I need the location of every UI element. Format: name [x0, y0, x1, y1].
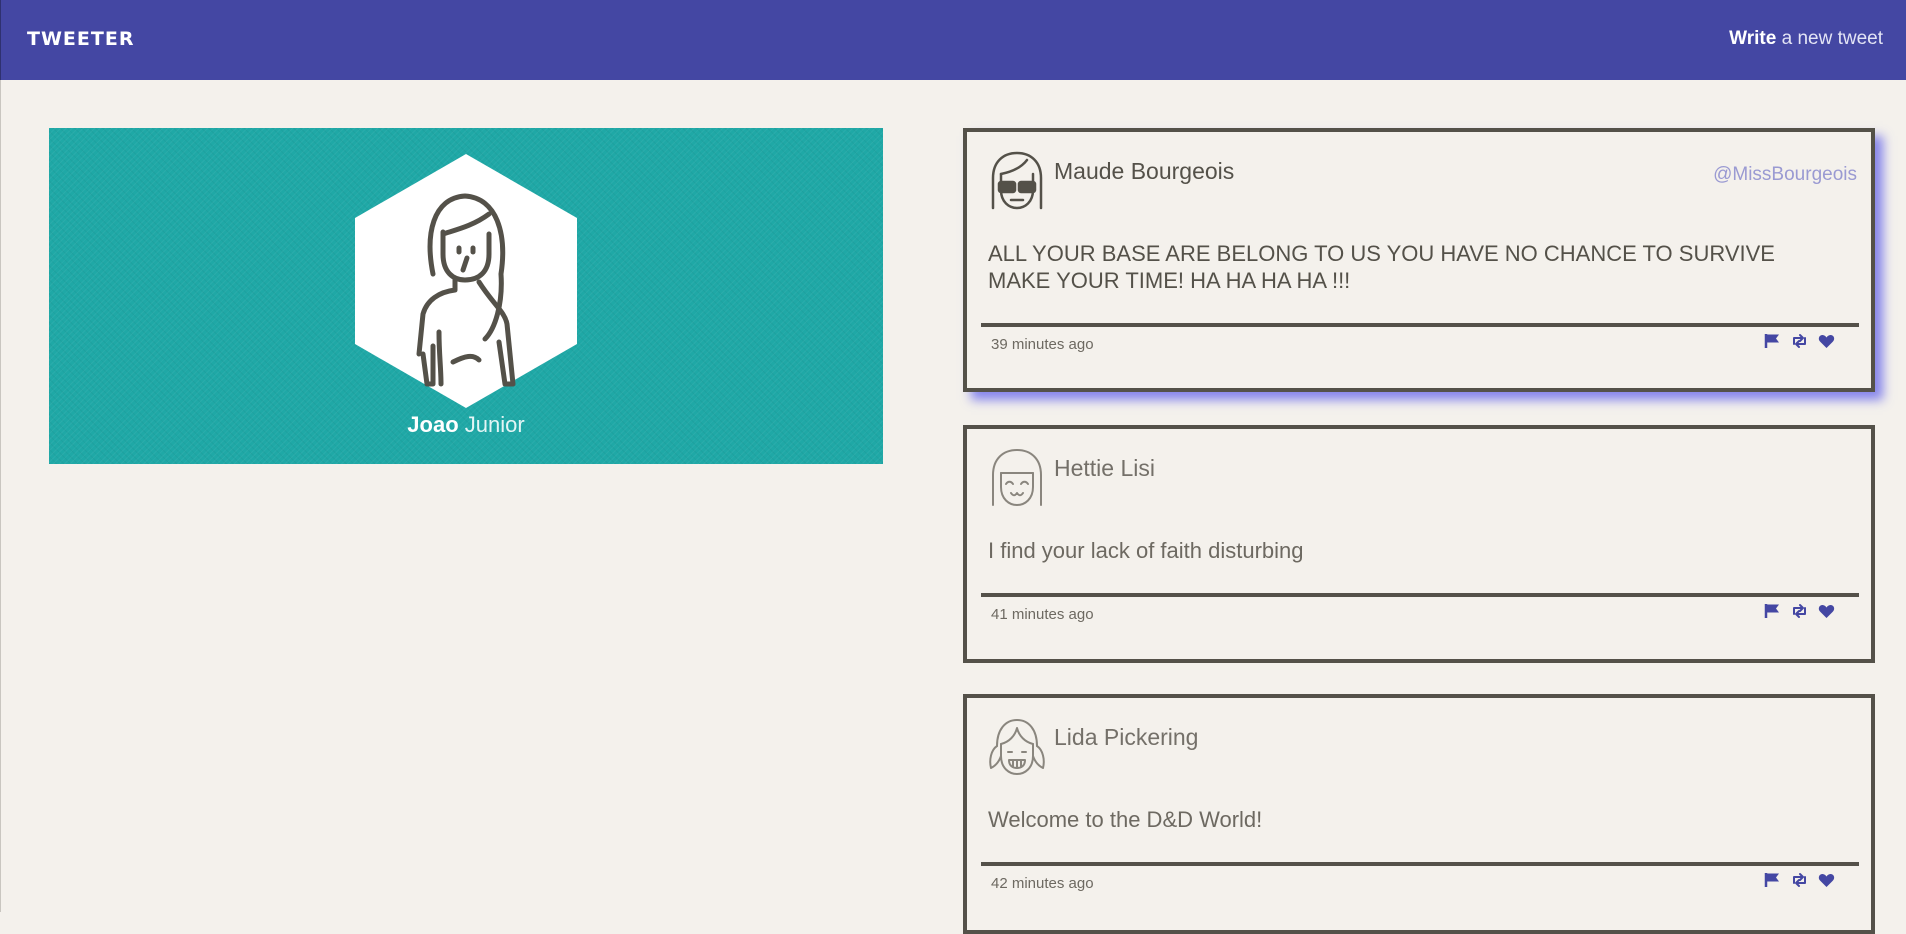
avatar-smiling-girl-icon: [992, 449, 1042, 506]
tweet-actions: [1764, 603, 1835, 619]
retweet-icon[interactable]: [1791, 603, 1808, 619]
compose-rest-text: a new tweet: [1776, 28, 1883, 49]
avatar-pigtails-icon: [989, 719, 1045, 775]
tweet-text: ALL YOUR BASE ARE BELONG TO US YOU HAVE …: [988, 241, 1775, 293]
flag-icon[interactable]: [1764, 603, 1781, 619]
tweet-divider: [981, 323, 1859, 327]
tweet-actions: [1764, 333, 1835, 349]
tweet-card[interactable]: Hettie Lisi I find your lack of faith di…: [963, 425, 1875, 663]
profile-banner: Joao Junior: [49, 128, 883, 464]
top-navbar: TWEETER Write a new tweet: [0, 0, 1906, 80]
profile-first-name: Joao: [407, 412, 459, 437]
write-tweet-link[interactable]: Write a new tweet: [1729, 28, 1883, 50]
tweet-timestamp: 39 minutes ago: [991, 336, 1094, 353]
tweet-text: I find your lack of faith disturbing: [988, 538, 1304, 563]
tweet-timestamp: 41 minutes ago: [991, 606, 1094, 623]
profile-last-name: Junior: [464, 412, 525, 437]
compose-strong-text: Write: [1729, 28, 1777, 49]
flag-icon[interactable]: [1764, 333, 1781, 349]
tweet-author[interactable]: Hettie Lisi: [1054, 455, 1155, 482]
tweet-actions: [1764, 872, 1835, 888]
profile-name: Joao Junior: [49, 412, 883, 438]
retweet-icon[interactable]: [1791, 872, 1808, 888]
heart-icon[interactable]: [1818, 603, 1835, 619]
avatar-sunglasses-icon: [991, 151, 1043, 210]
page-left-border: [0, 80, 1, 912]
heart-icon[interactable]: [1818, 333, 1835, 349]
tweet-timestamp: 42 minutes ago: [991, 875, 1094, 892]
tweet-author[interactable]: Lida Pickering: [1054, 724, 1198, 751]
tweet-card[interactable]: Maude Bourgeois @MissBourgeois ALL YOUR …: [963, 128, 1875, 392]
flag-icon[interactable]: [1764, 872, 1781, 888]
heart-icon[interactable]: [1818, 872, 1835, 888]
profile-avatar-icon: [355, 154, 577, 408]
tweet-divider: [981, 862, 1859, 866]
tweet-author[interactable]: Maude Bourgeois: [1054, 158, 1234, 185]
tweet-handle[interactable]: @MissBourgeois: [1713, 164, 1857, 186]
tweet-card[interactable]: Lida Pickering Welcome to the D&D World!…: [963, 694, 1875, 934]
tweet-divider: [981, 593, 1859, 597]
tweet-text: Welcome to the D&D World!: [988, 807, 1263, 832]
brand-logo[interactable]: TWEETER: [27, 28, 134, 50]
retweet-icon[interactable]: [1791, 333, 1808, 349]
